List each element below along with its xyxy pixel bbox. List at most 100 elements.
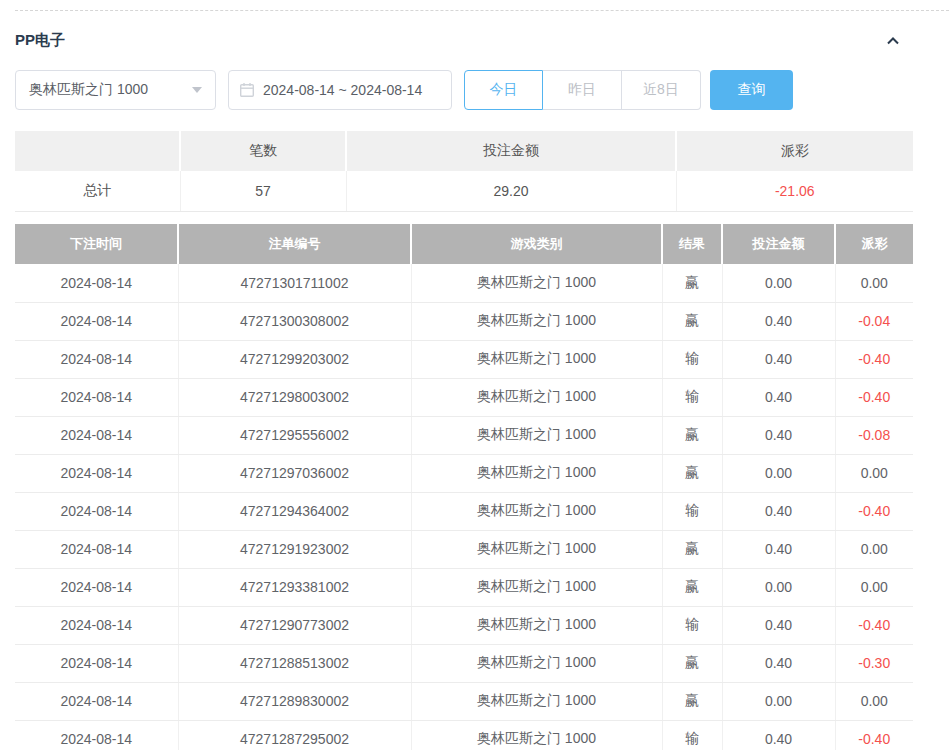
record-row: 2024-08-1447271297036002奥林匹斯之门 1000赢0.00… [15, 454, 913, 492]
summary-table: 笔数 投注金额 派彩 总计 57 29.20 -21.06 [15, 131, 913, 212]
cell-result: 输 [662, 378, 722, 416]
cell-bet-amount: 0.40 [722, 606, 835, 644]
cell-order-id: 47271295556002 [178, 416, 411, 454]
today-button[interactable]: 今日 [464, 70, 543, 110]
cell-order-id: 47271289830002 [178, 682, 411, 720]
date-range-value: 2024-08-14 ~ 2024-08-14 [263, 82, 422, 98]
cell-result: 赢 [662, 264, 722, 302]
cell-result: 输 [662, 492, 722, 530]
cell-game-type: 奥林匹斯之门 1000 [411, 606, 662, 644]
cell-payout: 0.00 [835, 454, 913, 492]
col-bet-amount: 投注金额 [722, 224, 835, 264]
summary-col-payout: 派彩 [676, 131, 913, 171]
summary-col-bet-amount: 投注金额 [346, 131, 676, 171]
cell-payout: 0.00 [835, 530, 913, 568]
record-row: 2024-08-1447271300308002奥林匹斯之门 1000赢0.40… [15, 302, 913, 340]
cell-game-type: 奥林匹斯之门 1000 [411, 302, 662, 340]
query-button[interactable]: 查询 [710, 70, 793, 110]
bet-records-table: 下注时间 注单编号 游戏类别 结果 投注金额 派彩 2024-08-144727… [15, 224, 913, 750]
cell-game-type: 奥林匹斯之门 1000 [411, 454, 662, 492]
cell-payout: -0.40 [835, 606, 913, 644]
cell-result: 赢 [662, 568, 722, 606]
cell-bet-time: 2024-08-14 [15, 568, 178, 606]
cell-game-type: 奥林匹斯之门 1000 [411, 378, 662, 416]
chevron-down-icon [192, 87, 202, 93]
cell-bet-amount: 0.40 [722, 302, 835, 340]
cell-bet-amount: 0.00 [722, 454, 835, 492]
cell-game-type: 奥林匹斯之门 1000 [411, 720, 662, 750]
filter-controls: 奥林匹斯之门 1000 2024-08-14 ~ 2024-08-14 今日 昨… [15, 70, 793, 110]
cell-payout: 0.00 [835, 568, 913, 606]
collapse-chevron-up-icon[interactable] [885, 33, 901, 49]
summary-total-payout: -21.06 [676, 171, 913, 211]
cell-result: 赢 [662, 682, 722, 720]
cell-bet-time: 2024-08-14 [15, 644, 178, 682]
cell-order-id: 47271294364002 [178, 492, 411, 530]
cell-order-id: 47271300308002 [178, 302, 411, 340]
cell-bet-time: 2024-08-14 [15, 720, 178, 750]
cell-order-id: 47271297036002 [178, 454, 411, 492]
last-8-days-button[interactable]: 近8日 [622, 70, 701, 110]
cell-payout: -0.08 [835, 416, 913, 454]
cell-order-id: 47271293381002 [178, 568, 411, 606]
cell-result: 输 [662, 606, 722, 644]
cell-bet-time: 2024-08-14 [15, 264, 178, 302]
cell-payout: 0.00 [835, 264, 913, 302]
date-range-picker[interactable]: 2024-08-14 ~ 2024-08-14 [228, 70, 452, 110]
records-tbody: 2024-08-1447271301711002奥林匹斯之门 1000赢0.00… [15, 264, 913, 750]
record-row: 2024-08-1447271291923002奥林匹斯之门 1000赢0.40… [15, 530, 913, 568]
cell-order-id: 47271288513002 [178, 644, 411, 682]
record-row: 2024-08-1447271298003002奥林匹斯之门 1000输0.40… [15, 378, 913, 416]
section-header: PP电子 [15, 31, 901, 50]
cell-bet-amount: 0.40 [722, 492, 835, 530]
col-result: 结果 [662, 224, 722, 264]
cell-result: 赢 [662, 644, 722, 682]
top-divider [15, 10, 949, 11]
game-select-value: 奥林匹斯之门 1000 [29, 81, 148, 99]
cell-bet-time: 2024-08-14 [15, 530, 178, 568]
cell-game-type: 奥林匹斯之门 1000 [411, 568, 662, 606]
cell-bet-amount: 0.00 [722, 682, 835, 720]
cell-order-id: 47271291923002 [178, 530, 411, 568]
cell-order-id: 47271299203002 [178, 340, 411, 378]
cell-payout: -0.40 [835, 378, 913, 416]
record-row: 2024-08-1447271290773002奥林匹斯之门 1000输0.40… [15, 606, 913, 644]
cell-bet-time: 2024-08-14 [15, 302, 178, 340]
cell-game-type: 奥林匹斯之门 1000 [411, 644, 662, 682]
cell-bet-amount: 0.00 [722, 568, 835, 606]
cell-bet-time: 2024-08-14 [15, 378, 178, 416]
record-row: 2024-08-1447271289830002奥林匹斯之门 1000赢0.00… [15, 682, 913, 720]
betting-records-page: PP电子 奥林匹斯之门 1000 2024-08-14 ~ 2024-08-14… [0, 0, 949, 750]
summary-total-count: 57 [180, 171, 346, 211]
cell-bet-amount: 0.40 [722, 378, 835, 416]
record-row: 2024-08-1447271295556002奥林匹斯之门 1000赢0.40… [15, 416, 913, 454]
record-row: 2024-08-1447271288513002奥林匹斯之门 1000赢0.40… [15, 644, 913, 682]
cell-bet-time: 2024-08-14 [15, 682, 178, 720]
cell-bet-time: 2024-08-14 [15, 340, 178, 378]
cell-bet-amount: 0.40 [722, 340, 835, 378]
game-select[interactable]: 奥林匹斯之门 1000 [15, 70, 216, 110]
cell-payout: -0.04 [835, 302, 913, 340]
cell-order-id: 47271298003002 [178, 378, 411, 416]
cell-game-type: 奥林匹斯之门 1000 [411, 530, 662, 568]
cell-payout: 0.00 [835, 682, 913, 720]
yesterday-button[interactable]: 昨日 [543, 70, 622, 110]
cell-bet-amount: 0.40 [722, 530, 835, 568]
cell-result: 输 [662, 340, 722, 378]
record-row: 2024-08-1447271294364002奥林匹斯之门 1000输0.40… [15, 492, 913, 530]
cell-bet-time: 2024-08-14 [15, 492, 178, 530]
record-row: 2024-08-1447271299203002奥林匹斯之门 1000输0.40… [15, 340, 913, 378]
cell-result: 赢 [662, 302, 722, 340]
cell-order-id: 47271301711002 [178, 264, 411, 302]
section-title: PP电子 [15, 31, 65, 50]
summary-col-blank [15, 131, 180, 171]
cell-game-type: 奥林匹斯之门 1000 [411, 492, 662, 530]
cell-result: 输 [662, 720, 722, 750]
col-payout: 派彩 [835, 224, 913, 264]
summary-col-count: 笔数 [180, 131, 346, 171]
calendar-icon [239, 82, 255, 98]
cell-game-type: 奥林匹斯之门 1000 [411, 682, 662, 720]
cell-bet-time: 2024-08-14 [15, 416, 178, 454]
date-shortcut-group: 今日 昨日 近8日 [464, 70, 701, 110]
cell-game-type: 奥林匹斯之门 1000 [411, 416, 662, 454]
